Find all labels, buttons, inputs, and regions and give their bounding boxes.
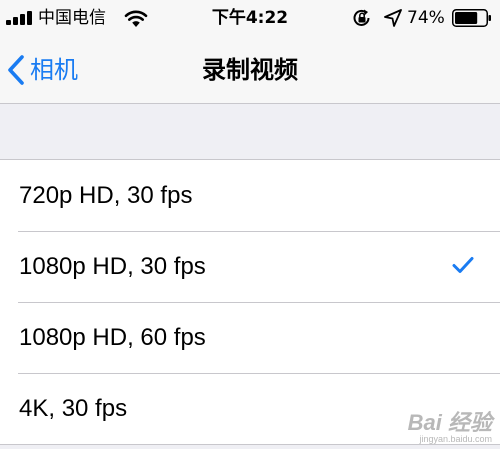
battery-percent: 74% [407, 8, 445, 28]
option-label: 720p HD, 30 fps [19, 181, 193, 209]
checkmark-icon [452, 257, 474, 273]
option-label: 4K, 30 fps [19, 394, 128, 422]
option-label: 1080p HD, 60 fps [19, 323, 206, 351]
option-1080p-30fps[interactable]: 1080p HD, 30 fps [0, 231, 500, 302]
location-arrow-icon [384, 9, 402, 27]
navigation-bar: 相机 录制视频 [0, 36, 500, 104]
option-720p-30fps[interactable]: 720p HD, 30 fps [0, 160, 500, 231]
option-label: 1080p HD, 30 fps [19, 252, 206, 280]
video-format-list: 720p HD, 30 fps 1080p HD, 30 fps 1080p H… [0, 159, 500, 445]
battery-icon [452, 9, 491, 27]
rotation-lock-icon [353, 9, 370, 26]
option-4k-30fps[interactable]: 4K, 30 fps [0, 373, 500, 444]
option-1080p-60fps[interactable]: 1080p HD, 60 fps [0, 302, 500, 373]
settings-screen: 中国电信 下午4:22 74% 相机 录制视频 720p HD, 30 fps … [0, 0, 500, 449]
status-bar: 中国电信 下午4:22 74% [0, 0, 500, 36]
page-title: 录制视频 [202, 56, 298, 84]
battery-fill [455, 12, 478, 24]
